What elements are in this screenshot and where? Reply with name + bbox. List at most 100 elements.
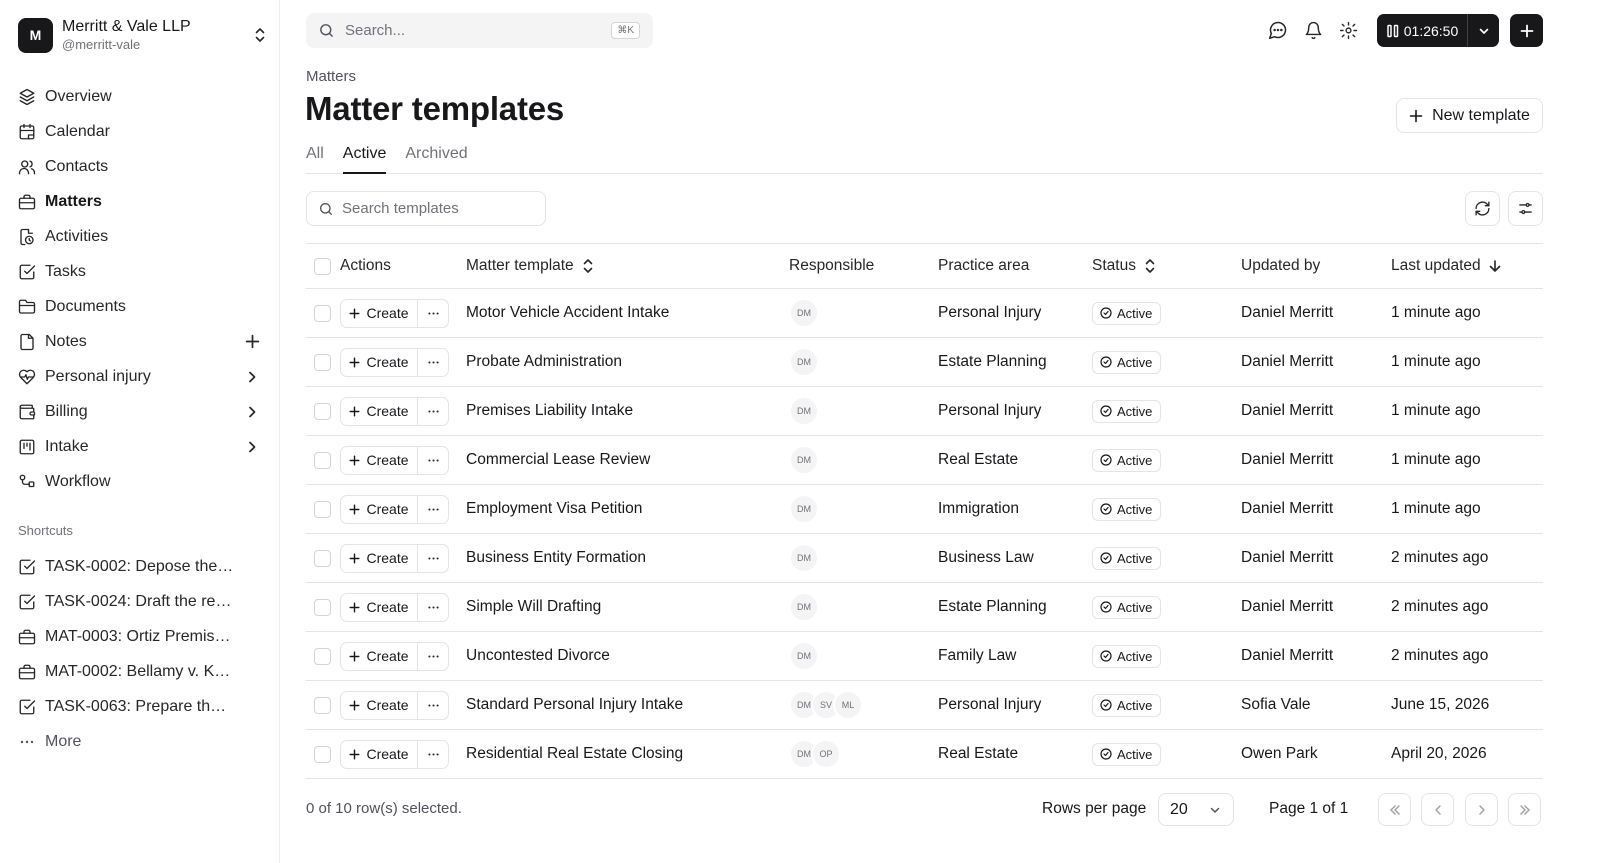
- shortcut-item[interactable]: TASK-0002: Depose the ...: [0, 549, 280, 584]
- row-checkbox[interactable]: [314, 745, 331, 763]
- table-row[interactable]: Create Residential Real Estate Closing DM O…: [306, 730, 1543, 779]
- next-page-button[interactable]: [1465, 793, 1498, 826]
- template-name[interactable]: Employment Visa Petition: [466, 485, 642, 533]
- template-name[interactable]: Premises Liability Intake: [466, 387, 633, 435]
- shortcut-item[interactable]: TASK-0063: Prepare the ...: [0, 689, 280, 724]
- status-cell: Active: [1092, 583, 1162, 631]
- row-more-button[interactable]: [418, 594, 448, 621]
- timer-menu-button[interactable]: [1468, 14, 1499, 47]
- create-matter-button[interactable]: Create: [341, 397, 418, 425]
- create-matter-button[interactable]: Create: [341, 348, 418, 376]
- row-checkbox[interactable]: [314, 304, 331, 322]
- previous-page-button[interactable]: [1421, 793, 1454, 826]
- template-name[interactable]: Commercial Lease Review: [466, 436, 650, 484]
- sidebar-item-notes[interactable]: Notes: [0, 324, 280, 359]
- row-more-button[interactable]: [418, 447, 448, 474]
- table-row[interactable]: Create Employment Visa Petition DM Immigrat…: [306, 485, 1543, 534]
- row-more-button[interactable]: [418, 398, 448, 425]
- table-row[interactable]: Create Simple Will Drafting DM Estate Plann…: [306, 583, 1543, 632]
- sidebar-item-contacts[interactable]: Contacts: [0, 149, 280, 184]
- template-search[interactable]: [306, 191, 546, 226]
- global-search[interactable]: Search... ⌘K: [306, 13, 653, 48]
- tab-active[interactable]: Active: [342, 145, 387, 174]
- sidebar-item-billing[interactable]: Billing: [0, 394, 280, 429]
- create-matter-button[interactable]: Create: [341, 642, 418, 670]
- create-matter-button[interactable]: Create: [341, 544, 418, 572]
- sidebar-item-workflow[interactable]: Workflow: [0, 464, 280, 499]
- new-template-button[interactable]: New template: [1396, 98, 1543, 133]
- sidebar-item-matters[interactable]: Matters: [0, 184, 280, 219]
- select-all-checkbox[interactable]: [314, 257, 331, 275]
- template-name[interactable]: Motor Vehicle Accident Intake: [466, 289, 669, 337]
- sidebar-item-documents[interactable]: Documents: [0, 289, 280, 324]
- template-search-input[interactable]: [342, 200, 532, 217]
- col-matter-template[interactable]: Matter template: [466, 244, 595, 288]
- table-row[interactable]: Create Probate Administration DM Estate Pla…: [306, 338, 1543, 387]
- table-row[interactable]: Create Uncontested Divorce DM Family Law Act…: [306, 632, 1543, 681]
- row-more-button[interactable]: [418, 692, 448, 719]
- org-switcher[interactable]: M Merritt & Vale LLP @merritt-vale: [18, 16, 268, 54]
- first-page-button[interactable]: [1378, 793, 1411, 826]
- chat-icon[interactable]: [1264, 14, 1292, 46]
- row-checkbox[interactable]: [314, 451, 331, 469]
- create-matter-button[interactable]: Create: [341, 740, 418, 768]
- row-checkbox[interactable]: [314, 549, 331, 567]
- create-matter-button[interactable]: Create: [341, 299, 418, 327]
- col-last-updated[interactable]: Last updated: [1391, 244, 1502, 288]
- table-row[interactable]: Create Standard Personal Injury Intake DM S…: [306, 681, 1543, 730]
- shortcut-item[interactable]: MAT-0003: Ortiz Premise...: [0, 619, 280, 654]
- quick-add-button[interactable]: [1510, 14, 1543, 47]
- breadcrumb[interactable]: Matters: [306, 68, 356, 85]
- view-settings-button[interactable]: [1508, 191, 1543, 226]
- row-checkbox[interactable]: [314, 647, 331, 665]
- template-name[interactable]: Simple Will Drafting: [466, 583, 601, 631]
- row-more-button[interactable]: [418, 300, 448, 327]
- sidebar-item-calendar[interactable]: Calendar: [0, 114, 280, 149]
- row-checkbox[interactable]: [314, 500, 331, 518]
- create-matter-button[interactable]: Create: [341, 593, 418, 621]
- row-more-button[interactable]: [418, 349, 448, 376]
- create-matter-button[interactable]: Create: [341, 446, 418, 474]
- table-row[interactable]: Create Premises Liability Intake DM Persona…: [306, 387, 1543, 436]
- refresh-button[interactable]: [1465, 191, 1500, 226]
- gear-icon[interactable]: [1334, 14, 1362, 46]
- tab-archived[interactable]: Archived: [405, 145, 467, 174]
- template-name[interactable]: Residential Real Estate Closing: [466, 730, 683, 778]
- row-more-button[interactable]: [418, 643, 448, 670]
- table-row[interactable]: Create Business Entity Formation DM Busines…: [306, 534, 1543, 583]
- sidebar-item-intake[interactable]: Intake: [0, 429, 280, 464]
- col-status[interactable]: Status: [1092, 244, 1157, 288]
- sidebar-item-overview[interactable]: Overview: [0, 79, 280, 114]
- sidebar-item-tasks[interactable]: Tasks: [0, 254, 280, 289]
- row-more-button[interactable]: [418, 545, 448, 572]
- rows-per-page-select[interactable]: 20: [1158, 793, 1234, 826]
- sidebar-item-activities[interactable]: Activities: [0, 219, 280, 254]
- add-note-icon[interactable]: [244, 334, 260, 350]
- check-circle-icon: [1100, 503, 1112, 515]
- last-page-button[interactable]: [1508, 793, 1541, 826]
- table-row[interactable]: Create Commercial Lease Review DM Real Esta…: [306, 436, 1543, 485]
- shortcut-item[interactable]: MAT-0002: Bellamy v. Ke...: [0, 654, 280, 689]
- plus-icon: [349, 307, 361, 319]
- bell-icon[interactable]: [1299, 14, 1327, 46]
- create-matter-button[interactable]: Create: [341, 495, 418, 523]
- table-row[interactable]: Create Motor Vehicle Accident Intake DM Per…: [306, 289, 1543, 338]
- template-name[interactable]: Business Entity Formation: [466, 534, 646, 582]
- template-name[interactable]: Standard Personal Injury Intake: [466, 681, 683, 729]
- status-label: Active: [1117, 305, 1153, 321]
- template-name[interactable]: Probate Administration: [466, 338, 622, 386]
- row-more-button[interactable]: [418, 496, 448, 523]
- row-checkbox[interactable]: [314, 696, 331, 714]
- row-more-button[interactable]: [418, 741, 448, 768]
- template-name[interactable]: Uncontested Divorce: [466, 632, 610, 680]
- timer-toggle-button[interactable]: 01:26:50: [1377, 14, 1468, 47]
- tab-all[interactable]: All: [306, 145, 324, 174]
- row-checkbox[interactable]: [314, 402, 331, 420]
- chevrons-up-down-icon[interactable]: [252, 27, 268, 43]
- row-checkbox[interactable]: [314, 353, 331, 371]
- row-checkbox[interactable]: [314, 598, 331, 616]
- shortcut-item[interactable]: TASK-0024: Draft the rev...: [0, 584, 280, 619]
- sidebar-item-personal-injury[interactable]: Personal injury: [0, 359, 280, 394]
- create-matter-button[interactable]: Create: [341, 691, 418, 719]
- shortcuts-more[interactable]: More: [0, 724, 280, 759]
